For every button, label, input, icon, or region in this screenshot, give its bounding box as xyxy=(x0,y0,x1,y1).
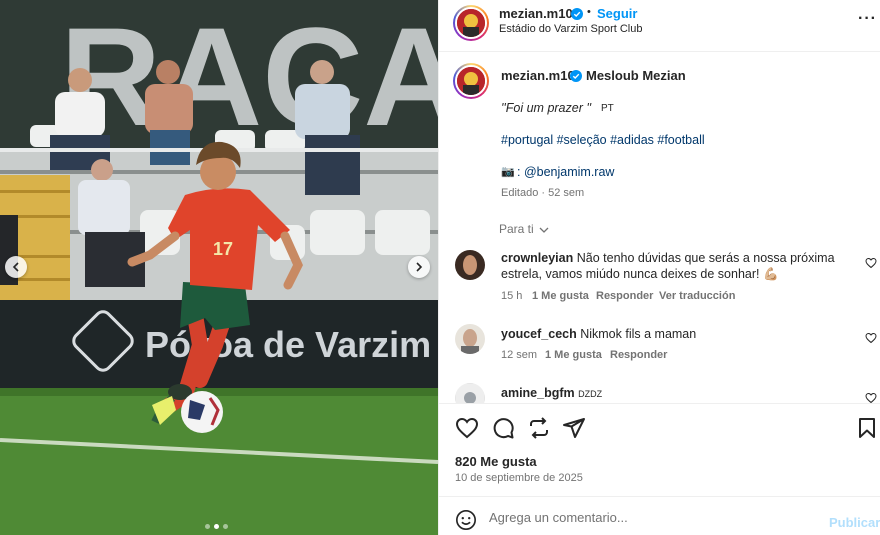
comment-username[interactable]: amine_bgfm xyxy=(501,386,575,400)
post-photo: RACA Póvoa de Varzim 17 xyxy=(0,0,438,535)
camera-emoji-icon: 📷 xyxy=(501,166,515,178)
comment-sort-label[interactable]: Para ti xyxy=(499,222,534,236)
like-count[interactable]: 820 Me gusta xyxy=(455,454,537,469)
like-comment-heart-icon[interactable] xyxy=(865,257,877,269)
comment-bubble-icon[interactable] xyxy=(491,416,515,440)
comment-username[interactable]: crownleyian xyxy=(501,251,573,265)
follow-button[interactable]: Seguir xyxy=(597,6,637,21)
slide-dot-active xyxy=(214,524,219,529)
previous-slide-button[interactable] xyxy=(5,256,27,278)
repost-icon[interactable] xyxy=(527,416,551,440)
post-details-panel: mezian.m10 • Seguir Estádio do Varzim Sp… xyxy=(438,0,880,535)
photo-credit-link[interactable]: : @benjamim.raw xyxy=(517,165,614,179)
next-slide-button[interactable] xyxy=(408,256,430,278)
reply-button[interactable]: Responder xyxy=(596,290,653,302)
separator-dot: • xyxy=(587,6,591,18)
slide-dot xyxy=(205,524,210,529)
author-avatar[interactable] xyxy=(453,5,489,41)
caption-quote: ''Foi um prazer '' xyxy=(501,101,592,115)
emoji-picker-icon[interactable] xyxy=(455,509,477,531)
chevron-right-icon xyxy=(416,262,423,272)
comment-username[interactable]: youcef_cech xyxy=(501,327,577,341)
verified-badge-icon xyxy=(570,70,582,82)
avatar-image xyxy=(455,383,485,403)
comment-input[interactable] xyxy=(489,507,819,527)
slide-indicator xyxy=(205,524,228,529)
like-heart-icon[interactable] xyxy=(455,416,479,440)
comment-text: Nikmok fils a maman xyxy=(580,327,697,341)
save-bookmark-icon[interactable] xyxy=(855,416,879,440)
author-username[interactable]: mezian.m10 xyxy=(499,6,573,21)
comment-likes[interactable]: 1 Me gusta xyxy=(532,290,589,302)
comment-likes[interactable]: 1 Me gusta xyxy=(545,349,602,361)
caption-edited-time: Editado · 52 sem xyxy=(501,187,585,199)
comment-time: 15 h xyxy=(501,290,523,302)
avatar-image xyxy=(457,9,485,37)
comment-body: crownleyian Não tenho dúvidas que serás … xyxy=(501,250,841,282)
share-send-icon[interactable] xyxy=(562,416,586,440)
comment-composer: Publicar xyxy=(439,496,880,535)
comment-body: amine_bgfm DZDZ xyxy=(501,385,841,402)
avatar-image xyxy=(455,324,485,354)
publish-button[interactable]: Publicar xyxy=(829,515,880,530)
caption-username[interactable]: mezian.m10 xyxy=(501,68,575,83)
like-comment-heart-icon[interactable] xyxy=(865,332,877,344)
post-actions: 820 Me gusta 10 de septiembre de 2025 xyxy=(439,403,880,496)
commenter-avatar[interactable] xyxy=(455,383,485,403)
reply-button[interactable]: Responder xyxy=(610,349,667,361)
post-location[interactable]: Estádio do Varzim Sport Club xyxy=(499,23,642,35)
commenter-avatar[interactable] xyxy=(455,250,485,280)
more-options-button[interactable]: ··· xyxy=(858,10,877,28)
comment-body: youcef_cech Nikmok fils a maman xyxy=(501,326,841,342)
caption-language-tag: PT xyxy=(601,103,614,114)
avatar-image xyxy=(457,67,485,95)
commenter-avatar[interactable] xyxy=(455,324,485,354)
avatar-image xyxy=(455,250,485,280)
translate-button[interactable]: Ver traducción xyxy=(659,290,735,302)
like-comment-heart-icon[interactable] xyxy=(865,392,877,403)
post-header: mezian.m10 • Seguir Estádio do Varzim Sp… xyxy=(439,0,880,52)
caption-hashtags[interactable]: #portugal #seleção #adidas #football xyxy=(501,133,705,147)
verified-badge-icon xyxy=(571,8,583,20)
slide-dot xyxy=(223,524,228,529)
comments-scroll-area[interactable]: mezian.m10 Mesloub Mezian ''Foi um praze… xyxy=(439,53,880,403)
comment-text: DZDZ xyxy=(578,389,603,399)
chevron-down-icon[interactable] xyxy=(539,226,549,234)
chevron-left-icon xyxy=(12,262,19,272)
post-media[interactable]: RACA Póvoa de Varzim 17 xyxy=(0,0,438,535)
post-date: 10 de septiembre de 2025 xyxy=(455,472,583,484)
jersey-number: 17 xyxy=(213,239,233,259)
comment-time: 12 sem xyxy=(501,349,538,361)
caption-display-name: Mesloub Mezian xyxy=(586,68,686,83)
caption-author-avatar[interactable] xyxy=(453,63,489,99)
